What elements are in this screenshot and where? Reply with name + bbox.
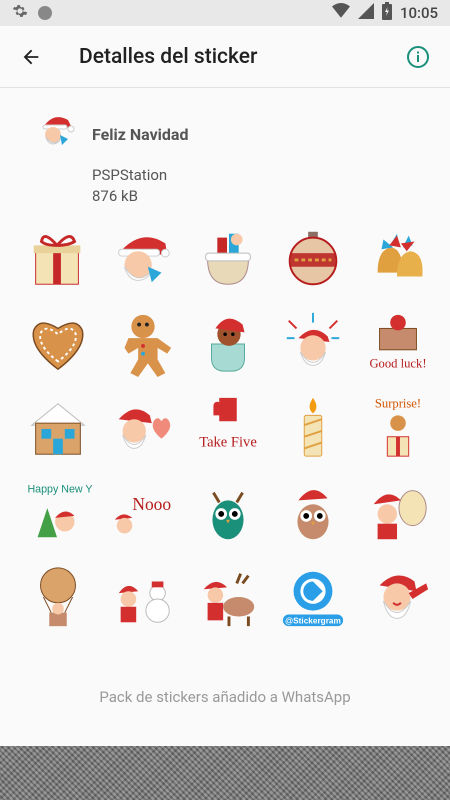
- navigation-bar-area: [0, 746, 450, 800]
- sticker-ornament-ball[interactable]: [278, 223, 348, 293]
- sticker-dog-stocking[interactable]: [193, 308, 263, 378]
- sticker-santa-snowman[interactable]: [108, 563, 178, 633]
- sticker-gift-box[interactable]: [23, 223, 93, 293]
- info-icon: [407, 45, 429, 68]
- sticker-surprise[interactable]: Surprise!: [363, 393, 433, 463]
- sticker-bells-poinsettia[interactable]: [363, 223, 433, 293]
- sticker-gingerbread-man[interactable]: [108, 308, 178, 378]
- pack-size: 876 kB: [92, 187, 138, 205]
- circle-icon: [38, 6, 52, 20]
- sticker-text-good-luck: Good luck!: [369, 356, 426, 370]
- sticker-santa-dab[interactable]: [363, 563, 433, 633]
- info-button[interactable]: [398, 37, 438, 77]
- battery-icon: [381, 2, 392, 24]
- sticker-santa-fireworks[interactable]: [278, 308, 348, 378]
- status-bar: 10:05: [0, 0, 450, 26]
- sticker-santa-heart[interactable]: [108, 393, 178, 463]
- sticker-text-take-five: Take Five: [199, 434, 257, 450]
- cellular-icon: [357, 3, 374, 23]
- pack-tray-icon: [36, 110, 76, 150]
- sticker-candle[interactable]: [278, 393, 348, 463]
- sticker-santa-peeking[interactable]: [108, 223, 178, 293]
- sticker-grid: Good luck! Take Five Surprise! Happy New…: [23, 223, 433, 643]
- sticker-gingerbread-house[interactable]: [23, 393, 93, 463]
- status-time: 10:05: [399, 4, 438, 22]
- wifi-icon: [331, 3, 350, 23]
- sticker-stickergram-logo[interactable]: @Stickergram: [278, 563, 348, 633]
- sticker-nooo[interactable]: Nooo: [108, 478, 178, 548]
- sticker-santa-sack[interactable]: [363, 478, 433, 548]
- sticker-text-nooo: Nooo: [132, 494, 171, 514]
- pack-publisher: PSPStation: [92, 166, 168, 184]
- sticker-text-surprise: Surprise!: [375, 397, 421, 411]
- sticker-stocking-gifts[interactable]: [193, 223, 263, 293]
- added-status-text: Pack de stickers añadido a WhatsApp: [99, 688, 351, 706]
- sticker-owl-reindeer[interactable]: [193, 478, 263, 548]
- sticker-owl-santa[interactable]: [278, 478, 348, 548]
- back-button[interactable]: [3, 29, 59, 85]
- sticker-santa-reindeer[interactable]: [193, 563, 263, 633]
- app-bar: Detalles del sticker: [0, 26, 450, 88]
- sticker-take-five[interactable]: Take Five: [193, 393, 263, 463]
- gear-icon: [12, 3, 28, 23]
- pack-name: Feliz Navidad: [92, 125, 189, 144]
- content-area: Feliz Navidad PSPStation 876 kB Good luc…: [0, 88, 450, 746]
- page-title: Detalles del sticker: [79, 44, 258, 69]
- sticker-text-stickergram: @Stickergram: [285, 616, 341, 625]
- arrow-back-icon: [23, 49, 39, 64]
- sticker-good-luck[interactable]: Good luck!: [363, 308, 433, 378]
- sticker-balloon-santa[interactable]: [23, 563, 93, 633]
- sticker-text-happy-new-year: Happy New Year!: [27, 484, 92, 496]
- pack-header: Feliz Navidad PSPStation 876 kB: [0, 106, 450, 205]
- sticker-happy-new-year[interactable]: Happy New Year!: [23, 478, 93, 548]
- sticker-heart-cookie[interactable]: [23, 308, 93, 378]
